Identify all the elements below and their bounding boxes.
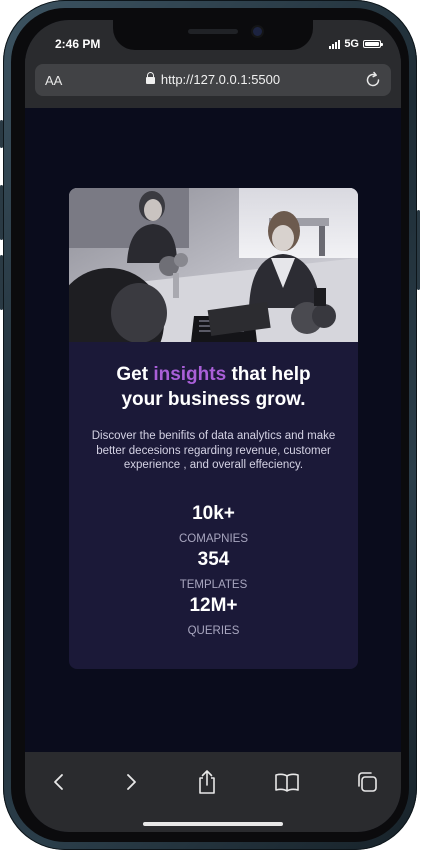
side-button-silent (0, 120, 3, 148)
back-button[interactable] (45, 768, 73, 796)
stat-value-queries: 12M+ (189, 595, 238, 616)
chevron-left-icon (54, 774, 63, 790)
browser-address-area: AA http://127.0.0.1:5500 (25, 58, 401, 108)
status-time: 2:46 PM (55, 37, 101, 51)
tabs-icon (358, 772, 377, 792)
share-button[interactable] (193, 768, 221, 796)
stats-card: Get insights that help your business gro… (69, 188, 358, 669)
phone-frame: 2:46 PM 5G AA http://127.0.0.1:5500 Get … (0, 0, 420, 850)
notch (113, 20, 313, 50)
side-button-volume-down (0, 255, 3, 310)
network-type: 5G (344, 38, 359, 50)
address-bar[interactable]: AA http://127.0.0.1:5500 (35, 64, 391, 96)
home-indicator[interactable] (143, 822, 283, 826)
title-accent: insights (153, 364, 227, 385)
stat-value-companies: 10k+ (192, 503, 235, 524)
chevron-right-icon (127, 774, 136, 790)
office-photo (69, 188, 358, 342)
tabs-button[interactable] (353, 768, 381, 796)
battery-icon (363, 40, 383, 48)
share-icon (199, 770, 215, 794)
stat-value-templates: 354 (197, 549, 230, 570)
book-icon (275, 773, 299, 792)
phone-screen: 2:46 PM 5G AA http://127.0.0.1:5500 Get … (25, 20, 401, 832)
side-button-power (417, 210, 420, 290)
web-page: Get insights that help your business gro… (25, 108, 401, 752)
status-indicators: 5G (329, 38, 383, 50)
url-text: http://127.0.0.1:5500 (160, 72, 281, 87)
reload-icon[interactable] (363, 70, 383, 90)
title-line1-suffix: that help (226, 364, 311, 385)
speaker-grille (188, 29, 238, 34)
forward-button[interactable] (117, 768, 145, 796)
title-line2: your business grow. (121, 389, 306, 410)
title-prefix: Get (116, 364, 154, 385)
url-display[interactable]: http://127.0.0.1:5500 (35, 72, 391, 87)
stat-label-queries: QUERIES (187, 625, 240, 637)
side-button-volume-up (0, 185, 3, 240)
stat-label-companies: COMAPNIES (178, 533, 248, 545)
card-title: Get insights that help your business gro… (69, 362, 358, 412)
stat-label-templates: TEMPLATES (179, 579, 248, 591)
front-camera (253, 27, 262, 36)
signal-icon (329, 39, 341, 49)
bookmarks-button[interactable] (273, 768, 301, 796)
lock-icon (145, 72, 155, 84)
browser-toolbar (25, 752, 401, 832)
card-description: Discover the benifits of data analytics … (91, 430, 336, 471)
